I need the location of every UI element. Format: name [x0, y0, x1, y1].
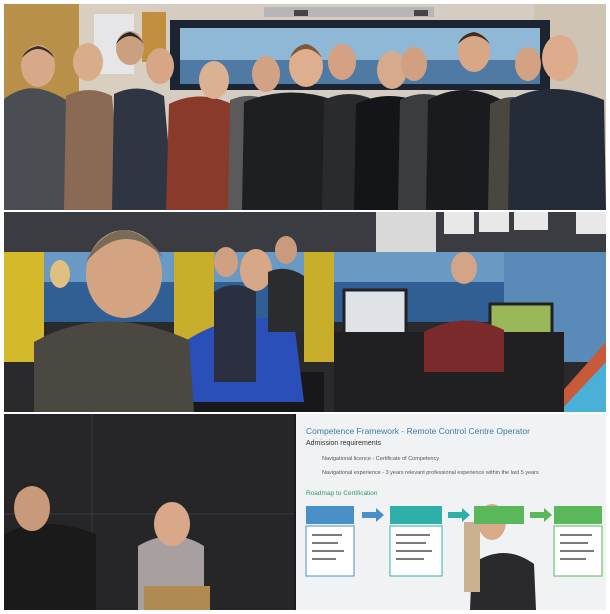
roadmap-diagram: [305, 506, 603, 577]
photo-collage: Competence Framework - Remote Control Ce…: [0, 0, 610, 614]
admission-item-1: Navigational licence - Certificate of Co…: [322, 456, 440, 462]
presentation-photo: Competence Framework - Remote Control Ce…: [4, 414, 606, 610]
admission-item-2: Navigational experience - 3 years releva…: [322, 470, 539, 476]
roadmap-heading: Roadmap to Certification: [306, 490, 378, 497]
control-room-photo: [4, 212, 606, 412]
group-photo: [4, 4, 606, 210]
slide-title: Competence Framework - Remote Control Ce…: [306, 426, 530, 436]
admission-heading: Admission requirements: [306, 440, 382, 447]
